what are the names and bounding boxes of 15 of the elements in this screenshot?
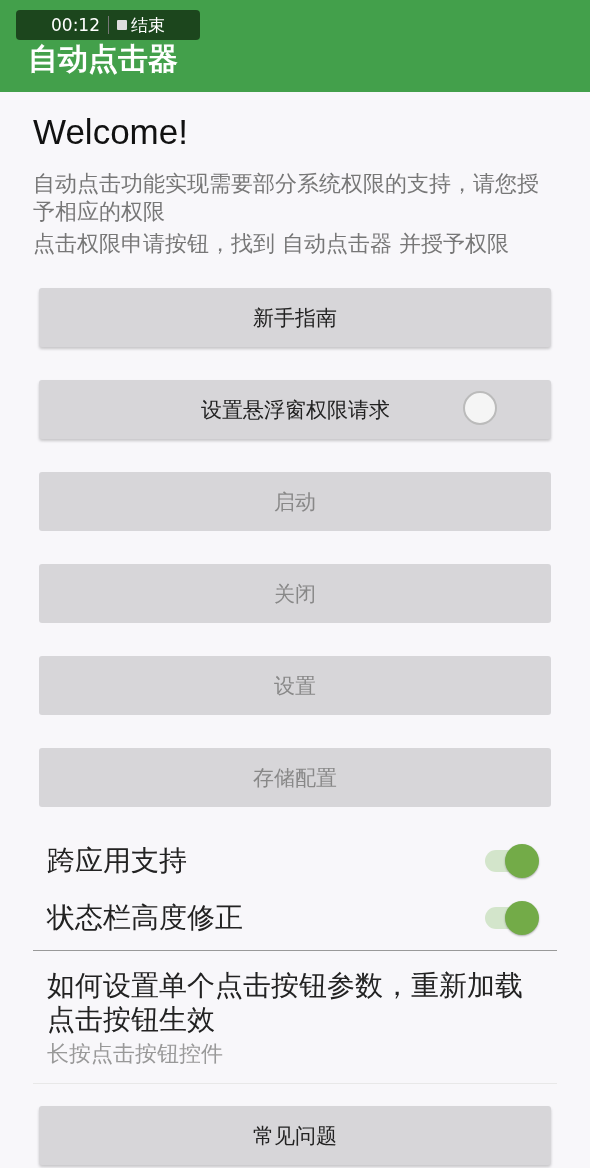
- help-title: 如何设置单个点击按钮参数，重新加载点击按钮生效: [47, 969, 524, 1037]
- action-button[interactable]: 设置悬浮窗权限请求: [39, 380, 551, 439]
- help-subtitle: 长按点击按钮控件: [47, 1040, 224, 1068]
- action-button[interactable]: 新手指南: [39, 288, 551, 347]
- instruction-text: 自动点击功能实现需要部分系统权限的支持，请您授予相应的权限: [33, 170, 540, 226]
- instruction-text: 点击权限申请按钮，找到 自动点击器 并授予权限: [33, 230, 510, 258]
- welcome-heading: Welcome!: [33, 111, 189, 152]
- stop-icon: [117, 20, 127, 30]
- recording-time: 00:12: [51, 15, 100, 35]
- radio-button[interactable]: [463, 391, 497, 425]
- switch-label: 跨应用支持: [47, 842, 187, 879]
- faq-button[interactable]: 常见问题: [39, 1106, 551, 1165]
- app-title: 自动点击器: [28, 39, 178, 78]
- switch-label: 状态栏高度修正: [47, 899, 243, 936]
- stop-recording-button[interactable]: 结束: [117, 13, 165, 37]
